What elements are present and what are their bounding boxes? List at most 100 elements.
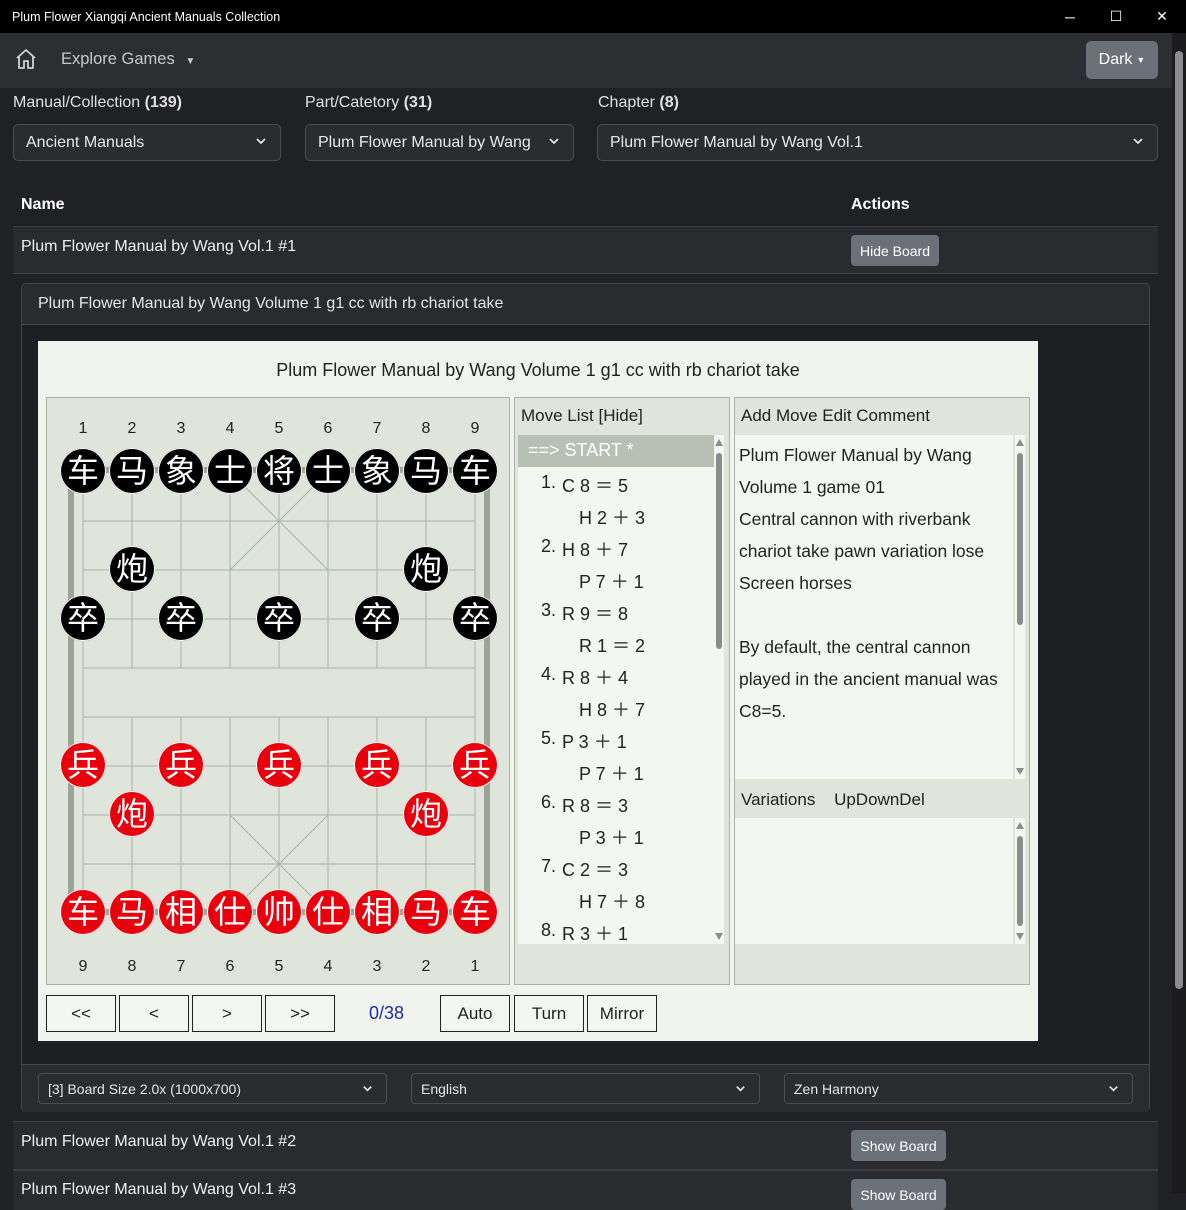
move-item[interactable]: 4. R 8 ＋ 4 [518,659,714,691]
red-chariot[interactable]: 车 [452,889,498,935]
red-advisor[interactable]: 仕 [207,889,253,935]
show-board-button[interactable]: Show Board [851,1179,946,1210]
move-item[interactable]: R 1 ＝ 2 [518,627,714,659]
red-soldier[interactable]: 兵 [354,742,400,788]
theme-select[interactable]: Zen Harmony [784,1073,1133,1104]
theme-value: Zen Harmony [794,1080,879,1097]
close-button[interactable]: ✕ [1139,0,1185,33]
minimize-button[interactable]: ─ [1047,0,1093,33]
black-elephant[interactable]: 象 [354,448,400,494]
hide-board-button[interactable]: Hide Board [851,235,939,266]
red-general[interactable]: 帅 [256,889,302,935]
variations-list[interactable] [735,818,1013,944]
red-advisor[interactable]: 仕 [305,889,351,935]
black-chariot[interactable]: 车 [452,448,498,494]
black-cannon[interactable]: 炮 [403,546,449,592]
table-row: Plum Flower Manual by Wang Vol.1 #3 Show… [13,1170,1158,1210]
move-item[interactable]: H 7 ＋ 8 [518,883,714,915]
move-item[interactable]: H 8 ＋ 7 [518,691,714,723]
red-cannon[interactable]: 炮 [403,791,449,837]
mirror-board-button[interactable]: Mirror [587,995,657,1032]
file-number: 5 [274,420,284,437]
xiangqi-board[interactable]: 1 2 3 4 5 6 7 8 9 9 8 7 6 5 4 3 2 1 车 马 … [46,397,510,985]
category-select[interactable]: Plum Flower Manual by Wang [305,124,574,161]
red-chariot[interactable]: 车 [60,889,106,935]
caret-down-icon: ▼ [185,56,196,67]
red-horse[interactable]: 马 [403,889,449,935]
page-scrollbar[interactable] [1172,33,1186,1193]
turn-board-button[interactable]: Turn [514,995,584,1032]
red-soldier[interactable]: 兵 [452,742,498,788]
chevron-down-icon [363,1086,372,1092]
red-soldier[interactable]: 兵 [256,742,302,788]
variation-controls[interactable]: UpDownDel [834,790,925,809]
maximize-button[interactable]: ☐ [1093,0,1139,33]
variations-header: Variations UpDownDel [741,790,925,810]
manual-select[interactable]: Ancient Manuals [13,124,281,161]
move-list-header[interactable]: Move List [Hide] [521,406,643,426]
prev-move-button[interactable]: < [119,995,189,1032]
variations-label: Variations [741,790,816,809]
chevron-down-icon [1109,1086,1118,1092]
black-cannon[interactable]: 炮 [109,546,155,592]
red-soldier[interactable]: 兵 [60,742,106,788]
card-header: Plum Flower Manual by Wang Volume 1 g1 c… [22,284,1149,325]
home-icon[interactable] [14,47,38,71]
move-item[interactable]: 5. P 3 ＋ 1 [518,723,714,755]
black-horse[interactable]: 马 [109,448,155,494]
red-cannon[interactable]: 炮 [109,791,155,837]
move-list-panel: Move List [Hide] ==> START * 1. C 8 ＝ 5 H… [514,397,730,985]
black-general[interactable]: 将 [256,448,302,494]
category-select-value: Plum Flower Manual by Wang [318,133,531,151]
file-number: 2 [421,958,431,975]
move-start[interactable]: ==> START * [518,435,714,467]
move-item[interactable]: 6. R 8 ＝ 3 [518,787,714,819]
board-size-value: [3] Board Size 2.0x (1000x700) [48,1080,242,1097]
move-item[interactable]: 3. R 9 ＝ 8 [518,595,714,627]
black-chariot[interactable]: 车 [60,448,106,494]
move-item[interactable]: 2. H 8 ＋ 7 [518,531,714,563]
move-list[interactable]: ==> START * 1. C 8 ＝ 5 H 2 ＋ 3 2. H 8 ＋ 7 … [518,435,714,944]
move-list-scrollbar[interactable] [714,435,724,944]
show-board-button[interactable]: Show Board [851,1130,946,1161]
first-move-button[interactable]: << [46,995,116,1032]
black-elephant[interactable]: 象 [158,448,204,494]
board-size-select[interactable]: [3] Board Size 2.0x (1000x700) [38,1073,387,1104]
move-item[interactable]: 8. R 3 ＋ 1 [518,915,714,944]
last-move-button[interactable]: >> [265,995,335,1032]
black-soldier[interactable]: 卒 [256,595,302,641]
red-soldier[interactable]: 兵 [158,742,204,788]
black-advisor[interactable]: 士 [305,448,351,494]
move-item[interactable]: 1. C 8 ＝ 5 [518,467,714,499]
black-advisor[interactable]: 士 [207,448,253,494]
language-select[interactable]: English [411,1073,760,1104]
explore-games-dropdown[interactable]: Explore Games ▼ [61,50,195,69]
theme-button[interactable]: Dark ▼ [1086,41,1158,79]
black-soldier[interactable]: 卒 [158,595,204,641]
minimize-icon: ─ [1065,8,1075,25]
move-item[interactable]: H 2 ＋ 3 [518,499,714,531]
chevron-down-icon [1133,138,1143,145]
black-soldier[interactable]: 卒 [60,595,106,641]
auto-play-button[interactable]: Auto [440,995,510,1032]
black-horse[interactable]: 马 [403,448,449,494]
next-move-button[interactable]: > [192,995,262,1032]
file-number: 6 [323,420,333,437]
close-icon: ✕ [1156,8,1168,24]
variations-scrollbar[interactable] [1015,818,1025,944]
red-elephant[interactable]: 相 [354,889,400,935]
chapter-select[interactable]: Plum Flower Manual by Wang Vol.1 [597,124,1158,161]
move-item[interactable]: P 3 ＋ 1 [518,819,714,851]
comment-scrollbar[interactable] [1015,435,1025,779]
black-soldier[interactable]: 卒 [354,595,400,641]
red-elephant[interactable]: 相 [158,889,204,935]
move-item[interactable]: P 7 ＋ 1 [518,755,714,787]
comment-text[interactable]: Plum Flower Manual by Wang Volume 1 game… [735,435,1013,779]
move-item[interactable]: P 7 ＋ 1 [518,563,714,595]
move-counter: 0/38 [369,1003,405,1023]
black-soldier[interactable]: 卒 [452,595,498,641]
move-item[interactable]: 7. C 2 ＝ 3 [518,851,714,883]
comment-header[interactable]: Add Move Edit Comment [741,406,930,426]
chevron-down-icon [256,138,266,145]
red-horse[interactable]: 马 [109,889,155,935]
